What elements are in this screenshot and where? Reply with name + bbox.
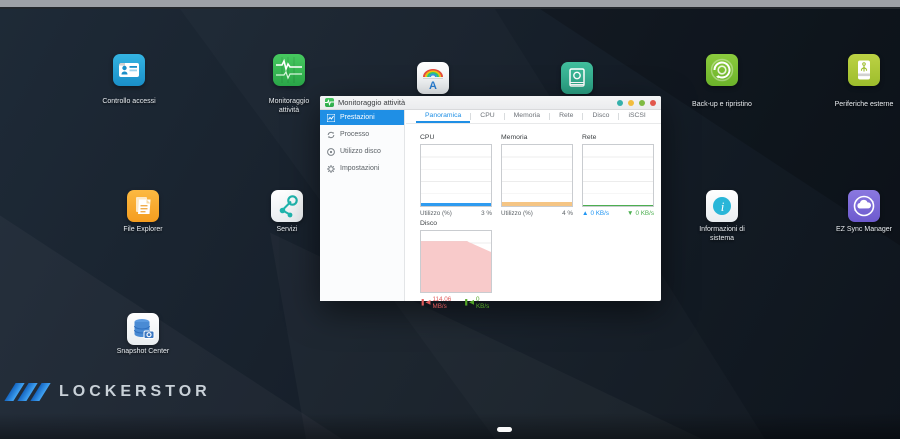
rete-download-value: 0 KB/s [635,210,654,217]
sidebar-item-label: Prestazioni [340,114,375,121]
tab-panoramica[interactable]: Panoramica [416,110,470,123]
desktop-icon-monitoraggio-attivita[interactable] [273,54,305,86]
cpu-usage-label: Utilizzo (%) [420,210,452,217]
external-drive-icon [852,58,876,82]
desktop-icon-label: Periferiche esterne [819,101,900,110]
desktop-icon-label: Monitoraggio attività [259,98,319,115]
desktop-icon-guida[interactable] [561,62,593,94]
desktop-icon-label: EZ Sync Manager [819,226,900,235]
sidebar-item-prestazioni[interactable]: Prestazioni [320,110,404,125]
sidebar-item-processo[interactable]: Processo [320,127,404,142]
gear-icon [327,165,335,173]
rete-panel: Rete ▲0 KB/s ▼0 KB/s [582,134,654,217]
memoria-panel: Memoria Utilizzo (%) 4 % [501,134,573,217]
process-refresh-icon [327,131,335,139]
close-button[interactable] [650,100,656,106]
disco-read-value: 0 KB/s [476,296,492,310]
disk-icon [327,148,335,156]
tab-iscsi[interactable]: iSCSI [619,110,654,123]
minimize-button[interactable] [628,100,634,106]
memoria-usage-fill [502,202,572,206]
logo-slashes-icon [10,383,49,401]
desktop-icon-app-central[interactable]: A [417,62,449,94]
disco-chart [420,230,492,293]
download-arrow-icon: ▼ [627,211,633,217]
desktop-icon-file-explorer[interactable] [127,190,159,222]
dock-handle[interactable] [497,427,512,432]
share-network-icon [274,193,300,219]
bottom-shade [0,413,900,439]
window-title: Monitoraggio attività [338,98,405,107]
memoria-usage-value: 4 % [562,210,573,217]
desktop-icon-label: Controllo accessi [84,98,174,107]
memoria-usage-label: Utilizzo (%) [501,210,533,217]
cpu-panel-title: CPU [420,134,492,141]
tab-disco[interactable]: Disco [583,110,618,123]
desktop-icon-controllo-accessi[interactable] [113,54,145,86]
app-central-icon: A [420,65,446,91]
rete-traffic-line [583,205,653,207]
performance-icon [327,114,335,122]
window-app-icon [325,98,334,107]
top-gray-strip [0,0,900,9]
cpu-usage-fill [421,203,491,206]
logo-text: LOCKERSTOR [59,383,211,401]
cpu-chart [420,144,492,207]
sidebar-item-label: Processo [340,131,369,138]
desktop-icon-servizi[interactable] [271,190,303,222]
desktop-icon-backup-ripristino[interactable] [706,54,738,86]
info-icon: i [709,193,735,219]
sidebar-item-impostazioni[interactable]: Impostazioni [320,161,404,176]
window-content: Panoramica CPU Memoria Rete Disco iSCSI … [406,110,661,301]
pin-button[interactable] [617,100,623,106]
disco-activity-fill [421,241,491,292]
tab-memoria[interactable]: Memoria [505,110,549,123]
book-icon [565,66,589,90]
sidebar-item-label: Impostazioni [340,165,379,172]
desktop-icon-periferiche-esterne[interactable] [848,54,880,86]
window-sidebar: Prestazioni Processo Utilizzo disco Impo… [320,110,405,301]
svg-text:A: A [429,80,437,91]
rete-upload-value: 0 KB/s [590,210,609,217]
sidebar-item-label: Utilizzo disco [340,148,381,155]
disco-panel: Disco ❚◀114.06 MB/s ❚◀0 KB/s [420,220,492,310]
rete-panel-title: Rete [582,134,654,141]
desktop-icon-label: Informazioni di sistema [687,226,757,243]
lockerstor-logo: LOCKERSTOR [10,383,211,401]
tab-bar: Panoramica CPU Memoria Rete Disco iSCSI [406,110,661,124]
disk-read-icon: ❚◀ [464,300,474,306]
tab-cpu[interactable]: CPU [471,110,503,123]
desktop-icon-label: Servizi [242,226,332,235]
upload-arrow-icon: ▲ [582,211,588,217]
cloud-sync-icon [851,193,877,219]
activity-monitor-icon [276,57,302,83]
id-card-icon [117,58,141,82]
desktop-icon-snapshot-center[interactable] [127,313,159,345]
restore-arrows-icon [709,57,735,83]
rete-chart [582,144,654,207]
desktop-icon-ez-sync-manager[interactable] [848,190,880,222]
disco-write-value: 114.06 MB/s [432,296,463,310]
maximize-button[interactable] [639,100,645,106]
database-snapshot-icon [130,316,156,342]
disk-write-icon: ❚◀ [420,300,430,306]
desktop-icon-label: Snapshot Center [98,348,188,357]
activity-monitor-window: Monitoraggio attività Prestazioni Proces… [320,96,661,301]
documents-icon [131,194,155,218]
tab-rete[interactable]: Rete [550,110,582,123]
sidebar-item-utilizzo-disco[interactable]: Utilizzo disco [320,144,404,159]
cpu-panel: CPU Utilizzo (%) 3 % [420,134,492,217]
disco-panel-title: Disco [420,220,492,227]
window-titlebar[interactable]: Monitoraggio attività [320,96,661,110]
desktop-icon-informazioni-sistema[interactable]: i [706,190,738,222]
desktop-icon-label: File Explorer [98,226,188,235]
cpu-usage-value: 3 % [481,210,492,217]
memoria-chart [501,144,573,207]
memoria-panel-title: Memoria [501,134,573,141]
svg-text:i: i [721,199,725,214]
desktop-icon-label: Back-up e ripristino [692,101,752,110]
